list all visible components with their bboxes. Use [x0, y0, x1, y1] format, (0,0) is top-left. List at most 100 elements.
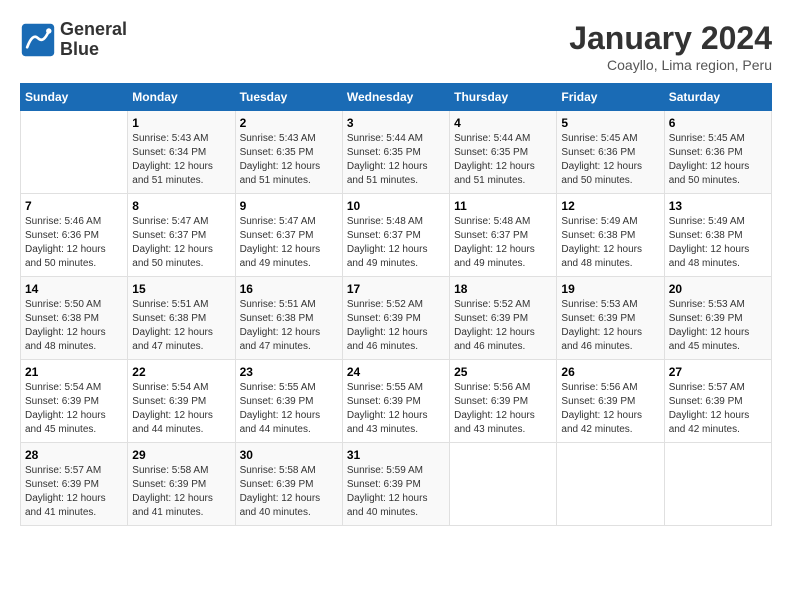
day-info: Sunrise: 5:57 AMSunset: 6:39 PMDaylight:… — [25, 464, 123, 520]
day-info: Sunrise: 5:51 AMSunset: 6:38 PMDaylight:… — [132, 298, 230, 354]
week-row-3: 14Sunrise: 5:50 AMSunset: 6:38 PMDayligh… — [21, 277, 772, 360]
day-info: Sunrise: 5:45 AMSunset: 6:36 PMDaylight:… — [561, 132, 659, 188]
header-cell-tuesday: Tuesday — [235, 84, 342, 111]
day-info: Sunrise: 5:43 AMSunset: 6:35 PMDaylight:… — [240, 132, 338, 188]
calendar-cell: 17Sunrise: 5:52 AMSunset: 6:39 PMDayligh… — [342, 277, 449, 360]
calendar-cell: 1Sunrise: 5:43 AMSunset: 6:34 PMDaylight… — [128, 111, 235, 194]
calendar-cell: 31Sunrise: 5:59 AMSunset: 6:39 PMDayligh… — [342, 443, 449, 526]
calendar-cell — [664, 443, 771, 526]
calendar-cell: 20 Sunrise: 5:53 AMSunset: 6:39 PMDayligh… — [664, 277, 771, 360]
subtitle: Coayllo, Lima region, Peru — [569, 57, 772, 73]
calendar-cell: 2 Sunrise: 5:43 AMSunset: 6:35 PMDaylight… — [235, 111, 342, 194]
calendar-cell: 7 Sunrise: 5:46 AMSunset: 6:36 PMDaylight… — [21, 194, 128, 277]
day-info: Sunrise: 5:55 AMSunset: 6:39 PMDaylight:… — [240, 381, 338, 437]
day-info: Sunrise: 5:45 AMSunset: 6:36 PMDaylight:… — [669, 132, 767, 188]
header-cell-saturday: Saturday — [664, 84, 771, 111]
header-cell-thursday: Thursday — [450, 84, 557, 111]
calendar-cell: 8 Sunrise: 5:47 AMSunset: 6:37 PMDaylight… — [128, 194, 235, 277]
calendar-cell: 10 Sunrise: 5:48 AMSunset: 6:37 PMDayligh… — [342, 194, 449, 277]
day-info: Sunrise: 5:53 AMSunset: 6:39 PMDaylight:… — [669, 298, 767, 354]
calendar-cell: 23 Sunrise: 5:55 AMSunset: 6:39 PMDayligh… — [235, 360, 342, 443]
day-number: 10 — [347, 199, 445, 213]
day-number: 28 — [25, 448, 123, 462]
week-row-5: 28 Sunrise: 5:57 AMSunset: 6:39 PMDayligh… — [21, 443, 772, 526]
day-number: 16 — [240, 282, 338, 296]
day-info: Sunrise: 5:58 AMSunset: 6:39 PMDaylight:… — [132, 464, 230, 520]
day-info: Sunrise: 5:58 AMSunset: 6:39 PMDaylight:… — [240, 464, 338, 520]
day-number: 5 — [561, 116, 659, 130]
calendar-cell: 29 Sunrise: 5:58 AMSunset: 6:39 PMDayligh… — [128, 443, 235, 526]
day-info: Sunrise: 5:48 AMSunset: 6:37 PMDaylight:… — [347, 215, 445, 271]
calendar-cell: 26Sunrise: 5:56 AMSunset: 6:39 PMDayligh… — [557, 360, 664, 443]
day-number: 8 — [132, 199, 230, 213]
day-info: Sunrise: 5:57 AMSunset: 6:39 PMDaylight:… — [669, 381, 767, 437]
calendar-cell — [450, 443, 557, 526]
day-number: 27 — [669, 365, 767, 379]
day-info: Sunrise: 5:52 AMSunset: 6:39 PMDaylight:… — [347, 298, 445, 354]
day-info: Sunrise: 5:50 AMSunset: 6:38 PMDaylight:… — [25, 298, 123, 354]
calendar-body: 1Sunrise: 5:43 AMSunset: 6:34 PMDaylight… — [21, 111, 772, 526]
day-info: Sunrise: 5:44 AMSunset: 6:35 PMDaylight:… — [347, 132, 445, 188]
calendar-cell: 14Sunrise: 5:50 AMSunset: 6:38 PMDayligh… — [21, 277, 128, 360]
title-area: January 2024 Coayllo, Lima region, Peru — [569, 20, 772, 73]
day-number: 18 — [454, 282, 552, 296]
calendar-table: SundayMondayTuesdayWednesdayThursdayFrid… — [20, 83, 772, 526]
header: General Blue January 2024 Coayllo, Lima … — [20, 20, 772, 73]
calendar-cell — [557, 443, 664, 526]
day-info: Sunrise: 5:54 AMSunset: 6:39 PMDaylight:… — [132, 381, 230, 437]
day-number: 31 — [347, 448, 445, 462]
day-info: Sunrise: 5:55 AMSunset: 6:39 PMDaylight:… — [347, 381, 445, 437]
calendar-cell: 25Sunrise: 5:56 AMSunset: 6:39 PMDayligh… — [450, 360, 557, 443]
day-info: Sunrise: 5:53 AMSunset: 6:39 PMDaylight:… — [561, 298, 659, 354]
day-info: Sunrise: 5:54 AMSunset: 6:39 PMDaylight:… — [25, 381, 123, 437]
day-info: Sunrise: 5:47 AMSunset: 6:37 PMDaylight:… — [240, 215, 338, 271]
logo: General Blue — [20, 20, 127, 60]
day-number: 25 — [454, 365, 552, 379]
calendar-cell: 16Sunrise: 5:51 AMSunset: 6:38 PMDayligh… — [235, 277, 342, 360]
logo-icon — [20, 22, 56, 58]
calendar-cell: 19 Sunrise: 5:53 AMSunset: 6:39 PMDayligh… — [557, 277, 664, 360]
day-number: 24 — [347, 365, 445, 379]
day-number: 30 — [240, 448, 338, 462]
header-cell-monday: Monday — [128, 84, 235, 111]
day-number: 1 — [132, 116, 230, 130]
calendar-cell: 13Sunrise: 5:49 AMSunset: 6:38 PMDayligh… — [664, 194, 771, 277]
day-number: 2 — [240, 116, 338, 130]
day-number: 9 — [240, 199, 338, 213]
day-number: 20 — [669, 282, 767, 296]
calendar-cell: 28 Sunrise: 5:57 AMSunset: 6:39 PMDayligh… — [21, 443, 128, 526]
day-info: Sunrise: 5:56 AMSunset: 6:39 PMDaylight:… — [561, 381, 659, 437]
day-info: Sunrise: 5:46 AMSunset: 6:36 PMDaylight:… — [25, 215, 123, 271]
day-number: 6 — [669, 116, 767, 130]
calendar-cell: 12 Sunrise: 5:49 AMSunset: 6:38 PMDayligh… — [557, 194, 664, 277]
day-number: 4 — [454, 116, 552, 130]
week-row-2: 7 Sunrise: 5:46 AMSunset: 6:36 PMDaylight… — [21, 194, 772, 277]
logo-text: General Blue — [60, 20, 127, 60]
calendar-cell: 9 Sunrise: 5:47 AMSunset: 6:37 PMDaylight… — [235, 194, 342, 277]
header-cell-wednesday: Wednesday — [342, 84, 449, 111]
day-info: Sunrise: 5:48 AMSunset: 6:37 PMDaylight:… — [454, 215, 552, 271]
header-cell-sunday: Sunday — [21, 84, 128, 111]
day-number: 12 — [561, 199, 659, 213]
calendar-cell: 24 Sunrise: 5:55 AMSunset: 6:39 PMDayligh… — [342, 360, 449, 443]
calendar-cell: 22 Sunrise: 5:54 AMSunset: 6:39 PMDayligh… — [128, 360, 235, 443]
calendar-cell: 5 Sunrise: 5:45 AMSunset: 6:36 PMDaylight… — [557, 111, 664, 194]
day-number: 29 — [132, 448, 230, 462]
day-info: Sunrise: 5:49 AMSunset: 6:38 PMDaylight:… — [669, 215, 767, 271]
day-number: 21 — [25, 365, 123, 379]
day-number: 22 — [132, 365, 230, 379]
header-cell-friday: Friday — [557, 84, 664, 111]
header-row: SundayMondayTuesdayWednesdayThursdayFrid… — [21, 84, 772, 111]
day-info: Sunrise: 5:47 AMSunset: 6:37 PMDaylight:… — [132, 215, 230, 271]
day-number: 7 — [25, 199, 123, 213]
day-number: 23 — [240, 365, 338, 379]
day-number: 11 — [454, 199, 552, 213]
day-info: Sunrise: 5:44 AMSunset: 6:35 PMDaylight:… — [454, 132, 552, 188]
calendar-cell: 6 Sunrise: 5:45 AMSunset: 6:36 PMDaylight… — [664, 111, 771, 194]
calendar-cell: 15Sunrise: 5:51 AMSunset: 6:38 PMDayligh… — [128, 277, 235, 360]
day-info: Sunrise: 5:49 AMSunset: 6:38 PMDaylight:… — [561, 215, 659, 271]
main-title: January 2024 — [569, 20, 772, 57]
day-info: Sunrise: 5:52 AMSunset: 6:39 PMDaylight:… — [454, 298, 552, 354]
calendar-cell: 4 Sunrise: 5:44 AMSunset: 6:35 PMDaylight… — [450, 111, 557, 194]
day-number: 19 — [561, 282, 659, 296]
